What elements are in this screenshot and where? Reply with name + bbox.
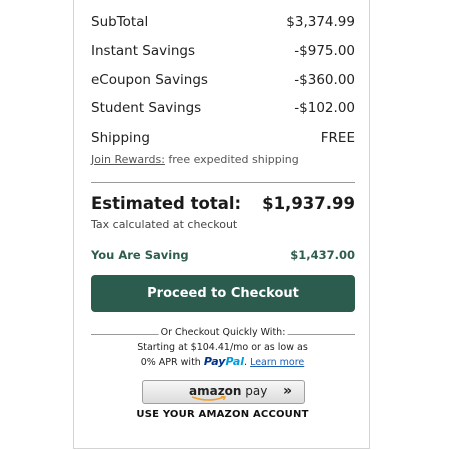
divider	[91, 182, 355, 183]
amazon-smile-icon	[191, 396, 227, 401]
student-savings-value: -$102.00	[294, 100, 355, 116]
learn-more-link[interactable]: Learn more	[250, 357, 304, 368]
rewards-text: free expedited shipping	[164, 153, 299, 166]
instant-savings-row: Instant Savings -$975.00	[91, 43, 355, 59]
paypal-financing-line1: Starting at $104.41/mo or as low as	[137, 342, 308, 353]
paypal-logo-pal: Pal	[225, 355, 245, 368]
estimated-total-value: $1,937.99	[262, 194, 355, 213]
subtotal-label: SubTotal	[91, 14, 149, 30]
quick-checkout-text: Or Checkout Quickly With:	[158, 327, 288, 338]
shipping-value: FREE	[320, 130, 355, 146]
you-are-saving-row: You Are Saving $1,437.00	[91, 248, 355, 262]
ecoupon-savings-value: -$360.00	[294, 72, 355, 88]
subtotal-value: $3,374.99	[286, 14, 355, 30]
paypal-financing-line2: 0% APR with PayPal. Learn more	[140, 355, 305, 368]
paypal-logo-pay: Pay	[203, 355, 226, 368]
you-are-saving-label: You Are Saving	[91, 248, 189, 262]
paypal-logo: PayPal	[203, 355, 245, 368]
shipping-row: Shipping FREE	[91, 130, 355, 146]
order-summary-card: SubTotal $3,374.99 Instant Savings -$975…	[73, 0, 370, 449]
join-rewards-link[interactable]: Join Rewards:	[91, 153, 165, 166]
estimated-total-row: Estimated total: $1,937.99	[91, 194, 355, 213]
amazon-account-caption: USE YOUR AMAZON ACCOUNT	[136, 409, 309, 420]
quick-checkout-heading: Or Checkout Quickly With:	[91, 327, 355, 339]
student-savings-row: Student Savings -$102.00	[91, 100, 355, 116]
rewards-note: Join Rewards: free expedited shipping	[91, 153, 299, 166]
proceed-to-checkout-button[interactable]: Proceed to Checkout	[91, 275, 355, 312]
double-chevron-right-icon: »	[282, 383, 292, 399]
instant-savings-value: -$975.00	[294, 43, 355, 59]
ecoupon-savings-row: eCoupon Savings -$360.00	[91, 72, 355, 88]
paypal-prefix: 0% APR with	[140, 357, 204, 368]
you-are-saving-value: $1,437.00	[290, 248, 355, 262]
checkout-button-label: Proceed to Checkout	[147, 286, 299, 301]
tax-note: Tax calculated at checkout	[91, 218, 238, 231]
subtotal-row: SubTotal $3,374.99	[91, 14, 355, 30]
ecoupon-savings-label: eCoupon Savings	[91, 72, 208, 88]
amazon-logo-pay: pay	[241, 384, 268, 398]
student-savings-label: Student Savings	[91, 100, 202, 116]
instant-savings-label: Instant Savings	[91, 43, 196, 59]
estimated-total-label: Estimated total:	[91, 194, 242, 213]
amazon-pay-button[interactable]: amazon pay »	[142, 380, 305, 404]
shipping-label: Shipping	[91, 130, 150, 146]
